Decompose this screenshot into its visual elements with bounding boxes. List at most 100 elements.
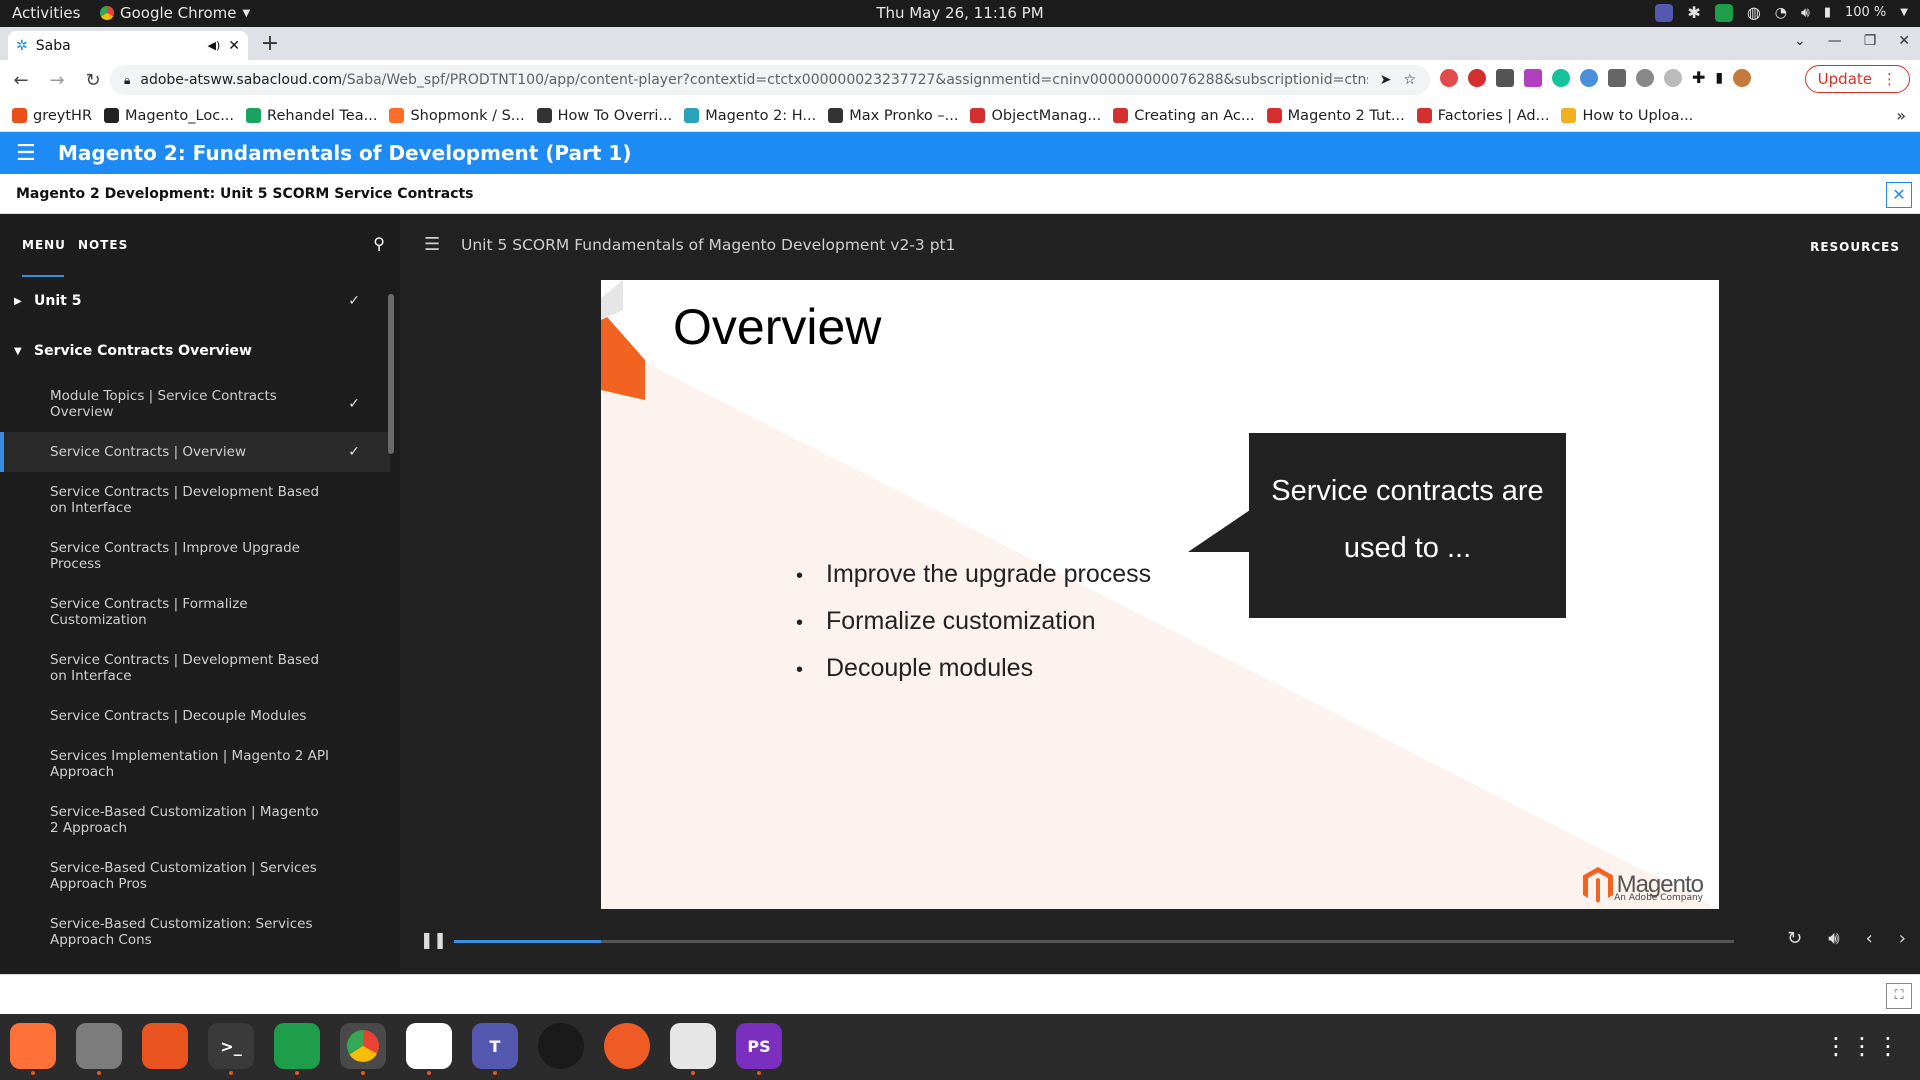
outline-item[interactable]: Service Contracts | Formalize Customizat… xyxy=(0,584,390,640)
hamburger-menu-icon[interactable]: ☰ xyxy=(424,234,440,255)
minimize-icon[interactable]: — xyxy=(1828,33,1842,49)
browser-tab[interactable]: ✲ Saba ◀) ✕ xyxy=(8,31,248,60)
more-bookmarks-icon[interactable]: » xyxy=(1896,106,1906,125)
volume-icon[interactable]: 🔊︎ xyxy=(1801,5,1810,21)
grammarly-icon[interactable] xyxy=(1552,68,1570,87)
activities-button[interactable]: Activities xyxy=(12,4,80,22)
pause-icon[interactable]: ❚❚ xyxy=(420,930,447,949)
text-editor-icon[interactable] xyxy=(670,1023,716,1075)
bookmark-item[interactable]: Max Pronko –... xyxy=(828,108,958,124)
fullscreen-icon[interactable]: ⛶ xyxy=(1886,983,1912,1009)
camera-icon[interactable] xyxy=(538,1023,584,1069)
phpstorm-icon[interactable]: PS xyxy=(736,1023,782,1075)
close-player-button[interactable]: ✕ xyxy=(1886,182,1912,208)
chat-tray-icon[interactable] xyxy=(1714,3,1733,22)
item-label: Service Contracts | Decouple Modules xyxy=(50,708,307,724)
replay-icon[interactable]: ↻ xyxy=(1787,928,1802,949)
outline-group[interactable]: ▼ Service Contracts Overview xyxy=(0,326,390,376)
slack-tray-icon[interactable]: ✱ xyxy=(1687,3,1700,22)
bookmark-item[interactable]: greytHR xyxy=(12,108,92,124)
terminal-icon[interactable]: >_ xyxy=(208,1023,254,1075)
sidebar-scrollbar[interactable] xyxy=(388,294,394,454)
extension-icon[interactable] xyxy=(1496,68,1514,87)
avatar[interactable] xyxy=(1733,68,1752,87)
close-tab-icon[interactable]: ✕ xyxy=(228,38,240,54)
outline-item[interactable]: Service Contracts | Decouple Modules xyxy=(0,696,390,736)
outline-item[interactable]: Service Contracts | Development Based on… xyxy=(0,472,390,528)
adblock-icon[interactable] xyxy=(1468,68,1486,87)
outline-item[interactable]: Service Contracts | Improve Upgrade Proc… xyxy=(0,528,390,584)
audio-playing-icon[interactable]: ◀) xyxy=(208,39,221,52)
outline-group[interactable]: ▶ Unit 5 ✓ xyxy=(0,276,390,326)
back-icon[interactable]: ← xyxy=(6,65,36,95)
item-label: Service Contracts | Development Based on… xyxy=(50,484,320,516)
bookmark-star-icon[interactable]: ☆ xyxy=(1403,72,1416,88)
extension-icon[interactable] xyxy=(1580,68,1598,87)
forward-icon[interactable]: → xyxy=(42,65,72,95)
slide[interactable]: Overview Improve the upgrade process For… xyxy=(601,280,1719,909)
chrome-icon[interactable] xyxy=(340,1023,386,1075)
chevron-down-icon[interactable]: ▼ xyxy=(1900,7,1908,18)
globe-icon[interactable]: ◍ xyxy=(1747,3,1761,22)
software-center-icon[interactable] xyxy=(142,1023,188,1069)
tab-search-icon[interactable]: ⌄ xyxy=(1794,33,1806,49)
clock[interactable]: Thu May 26, 11:16 PM xyxy=(876,4,1043,22)
item-label: Services Implementation | Magento 2 API … xyxy=(50,748,329,780)
tab-menu[interactable]: MENU xyxy=(22,238,66,252)
tab-notes[interactable]: NOTES xyxy=(78,238,128,252)
slack-icon[interactable] xyxy=(406,1023,452,1075)
url-bar[interactable]: 🔒︎ adobe-atsww.sabacloud.com/Saba/Web_sp… xyxy=(110,65,1430,95)
chrome-icon xyxy=(100,6,114,20)
extension-icon[interactable] xyxy=(1440,68,1458,87)
previous-icon[interactable]: ‹ xyxy=(1866,928,1873,949)
postman-icon[interactable] xyxy=(604,1023,650,1069)
bookmark-item[interactable]: Magento 2 Tut... xyxy=(1266,108,1405,124)
outline-item[interactable]: Service-Based Customization | Magento 2 … xyxy=(0,792,390,848)
restore-icon[interactable]: ❐ xyxy=(1864,33,1877,49)
files-icon[interactable] xyxy=(76,1023,122,1075)
bookmark-item[interactable]: ObjectManag... xyxy=(970,108,1101,124)
bookmark-item[interactable]: Rehandel Tea... xyxy=(246,108,377,124)
outline-item[interactable]: Service Contracts | Development Based on… xyxy=(0,640,390,696)
side-panel-icon[interactable]: ▮ xyxy=(1715,70,1723,86)
next-icon[interactable]: › xyxy=(1899,928,1906,949)
outline-item[interactable]: Services Implementation | Magento 2 API … xyxy=(0,736,390,792)
battery-icon[interactable]: ▮ xyxy=(1824,5,1831,20)
system-tray[interactable]: ✱ ◍ ◔ 🔊︎ ▮ 100 % ▼ xyxy=(1655,3,1908,22)
progress-bar[interactable] xyxy=(454,940,1734,943)
close-window-icon[interactable]: ✕ xyxy=(1898,33,1910,49)
bookmark-item[interactable]: Magento 2: H... xyxy=(684,108,816,124)
send-icon[interactable]: ➤ xyxy=(1380,72,1392,88)
bookmark-item[interactable]: Creating an Ac... xyxy=(1113,108,1255,124)
extension-icon[interactable] xyxy=(1524,68,1542,87)
teams-tray-icon[interactable] xyxy=(1655,3,1674,22)
reload-icon[interactable]: ↻ xyxy=(78,65,108,95)
resources-button[interactable]: RESOURCES xyxy=(1810,240,1900,254)
bookmark-item[interactable]: How to Uploa... xyxy=(1561,108,1693,124)
wifi-icon[interactable]: ◔ xyxy=(1775,5,1787,21)
extension-icon[interactable] xyxy=(1608,68,1626,87)
search-icon[interactable]: ⚲ xyxy=(373,234,386,253)
new-tab-button[interactable]: + xyxy=(258,31,282,56)
chat-icon[interactable] xyxy=(274,1023,320,1075)
outline-item[interactable]: Service-Based Customization: Services Ap… xyxy=(0,904,390,960)
bookmark-item[interactable]: Factories | Ad... xyxy=(1416,108,1549,124)
unit-header: Magento 2 Development: Unit 5 SCORM Serv… xyxy=(0,174,1920,214)
bookmark-item[interactable]: Shopmonk / S... xyxy=(389,108,525,124)
extension-icon[interactable] xyxy=(1664,68,1682,87)
outline-item[interactable]: Service-Based Customization | Services A… xyxy=(0,848,390,904)
puzzle-icon[interactable]: ✚ xyxy=(1692,68,1705,87)
lock-icon[interactable]: 🔒︎ xyxy=(124,73,130,88)
outline-item[interactable]: Module Topics | Service Contracts Overvi… xyxy=(0,376,390,432)
update-button[interactable]: Update ⋮ xyxy=(1804,65,1910,93)
gear-icon[interactable] xyxy=(1636,68,1654,87)
firefox-icon[interactable] xyxy=(10,1023,56,1075)
teams-icon[interactable]: T xyxy=(472,1023,518,1075)
app-menu[interactable]: Google Chrome ▼ xyxy=(100,4,250,22)
bookmark-item[interactable]: How To Overri... xyxy=(536,108,672,124)
outline-item-active[interactable]: Service Contracts | Overview ✓ xyxy=(0,432,390,472)
volume-icon[interactable]: 🔊︎ xyxy=(1828,928,1839,949)
hamburger-menu-icon[interactable]: ☰ xyxy=(16,141,42,166)
app-grid-icon[interactable]: ⋮⋮⋮ xyxy=(1824,1032,1902,1060)
bookmark-item[interactable]: Magento_Loc... xyxy=(104,108,234,124)
